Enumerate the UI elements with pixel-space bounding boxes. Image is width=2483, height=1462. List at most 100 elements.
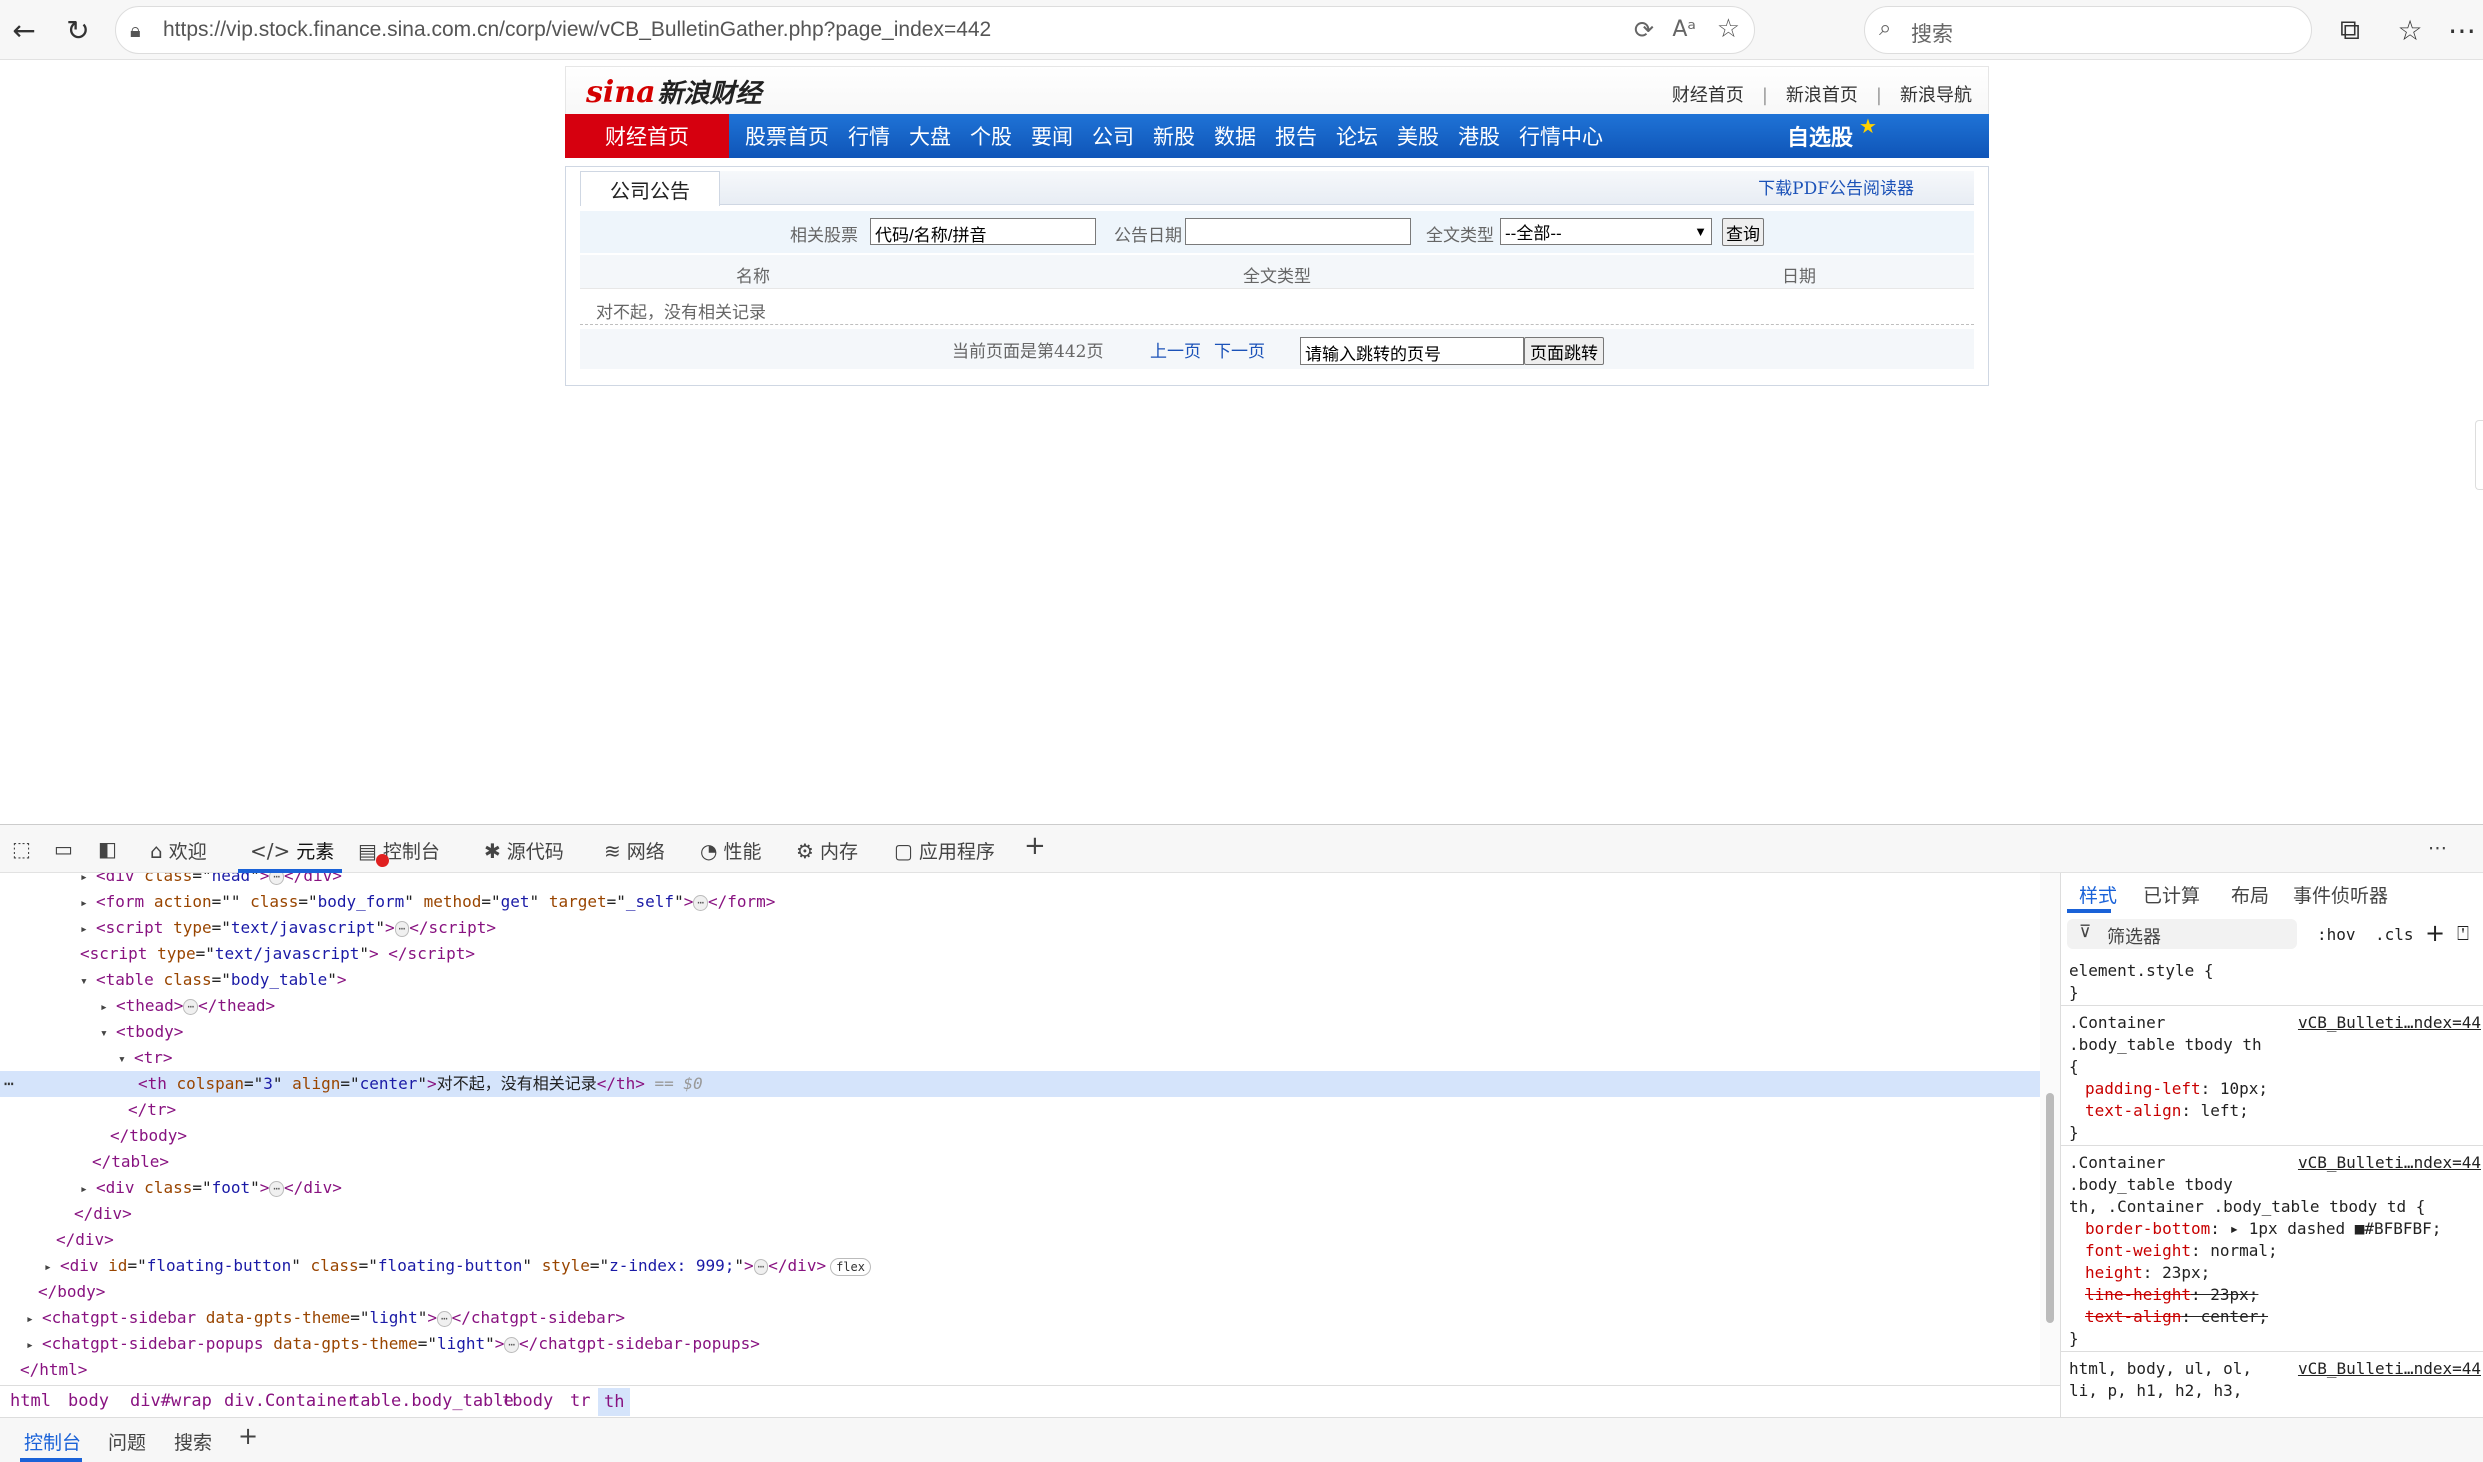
collapse-arrow-icon[interactable]: ▸ <box>26 1333 42 1359</box>
collapsed-ellipsis[interactable]: ⋯ <box>394 920 410 937</box>
breadcrumb-item[interactable]: div.Container <box>224 1391 357 1411</box>
dom-line[interactable]: </tr> <box>0 1097 2040 1123</box>
dom-line[interactable]: ▸ <thead> ⋯ </thead> <box>0 993 2040 1019</box>
nav-item-forum[interactable]: 论坛 <box>1336 121 1378 151</box>
flex-badge[interactable]: flex <box>830 1257 871 1276</box>
styles-filter-input[interactable]: ⊽ 筛选器 <box>2067 919 2297 949</box>
browser-search-box[interactable]: ⌕ 搜索 <box>1864 6 2312 54</box>
inspect-icon[interactable]: ⬚ <box>12 837 31 861</box>
refresh-icon[interactable]: ↻ <box>56 8 100 52</box>
nav-item-individual[interactable]: 个股 <box>970 121 1012 151</box>
drawer-tab-console[interactable]: 控制台 <box>24 1428 81 1455</box>
tab-event-listeners[interactable]: 事件侦听器 <box>2293 881 2388 908</box>
expand-arrow-icon[interactable]: ▾ <box>118 1047 134 1073</box>
tab-styles[interactable]: 样式 <box>2079 881 2117 908</box>
top-link-finance-home[interactable]: 财经首页 <box>1672 85 1744 106</box>
cls-toggle[interactable]: .cls <box>2375 925 2414 944</box>
collapse-arrow-icon[interactable]: ▸ <box>44 1255 60 1281</box>
dom-line[interactable]: ▸ <div id="floating-button" class="floati… <box>0 1253 2040 1279</box>
collapse-arrow-icon[interactable]: ▸ <box>80 891 96 917</box>
dom-line[interactable]: </div> <box>0 1227 2040 1253</box>
line-options-icon[interactable]: ⋯ <box>4 1071 14 1097</box>
collapsed-ellipsis[interactable]: ⋯ <box>269 873 285 885</box>
next-page-link[interactable]: 下一页 <box>1214 337 1265 362</box>
nav-item-quotes[interactable]: 行情 <box>848 121 890 151</box>
style-property[interactable]: font-weight: normal; <box>2085 1241 2278 1260</box>
dom-line[interactable]: ▸ <script type="text/javascript"> ⋯ </scrip… <box>0 915 2040 941</box>
dom-scroll-thumb[interactable] <box>2046 1093 2054 1323</box>
jump-page-input[interactable]: 请输入跳转的页号 <box>1300 337 1524 365</box>
dom-line[interactable]: ▸ <chatgpt-sidebar data-gpts-theme="light… <box>0 1305 2040 1331</box>
nav-item-hk-stocks[interactable]: 港股 <box>1458 121 1500 151</box>
dom-line[interactable]: </tbody> <box>0 1123 2040 1149</box>
expand-arrow-icon[interactable]: ▾ <box>100 1021 116 1047</box>
tab-performance[interactable]: ◔ 性能 <box>700 837 761 864</box>
collapse-arrow-icon[interactable]: ▸ <box>80 917 96 943</box>
date-input[interactable] <box>1185 218 1411 245</box>
query-button[interactable]: 查询 <box>1722 218 1764 246</box>
nav-item-stocks-home[interactable]: 股票首页 <box>745 121 829 151</box>
dom-line-selected[interactable]: ⋯ <th colspan="3" align="center">对不起，没有相关… <box>0 1071 2040 1097</box>
dom-line[interactable]: ▸ <chatgpt-sidebar-popups data-gpts-theme… <box>0 1331 2040 1357</box>
tab-computed[interactable]: 已计算 <box>2143 881 2200 908</box>
tab-welcome[interactable]: ⌂ 欢迎 <box>150 837 207 864</box>
prev-page-link[interactable]: 上一页 <box>1150 337 1201 362</box>
translate-icon[interactable]: ⟳ <box>1634 16 1654 44</box>
tab-layout[interactable]: 布局 <box>2231 881 2269 908</box>
nav-item-reports[interactable]: 报告 <box>1275 121 1317 151</box>
dom-line[interactable]: </html> <box>0 1357 2040 1383</box>
style-property[interactable]: border-bottom: ▸ 1px dashed ■#BFBFBF; <box>2085 1219 2441 1238</box>
style-source-link[interactable]: vCB_Bulleti…ndex=44 <box>2298 1359 2481 1378</box>
style-property[interactable]: height: 23px; <box>2085 1263 2210 1282</box>
dom-line[interactable]: ▸ <div class="foot"> ⋯ </div> <box>0 1175 2040 1201</box>
tab-elements[interactable]: </> 元素 <box>250 837 334 864</box>
jump-page-button[interactable]: 页面跳转 <box>1524 337 1604 365</box>
sina-finance-logo[interactable]: sina新浪财经 <box>586 73 762 110</box>
tab-sources[interactable]: ✱ 源代码 <box>484 837 564 864</box>
breadcrumb-item[interactable]: html <box>10 1391 51 1411</box>
style-property[interactable]: text-align: center; <box>2085 1307 2268 1326</box>
expand-arrow-icon[interactable]: ▾ <box>80 969 96 995</box>
dom-line[interactable]: </body> <box>0 1279 2040 1305</box>
nav-item-data[interactable]: 数据 <box>1214 121 1256 151</box>
extensions-icon[interactable]: ⧉ <box>2328 8 2372 52</box>
dom-line[interactable]: ▸ <form action="" class="body_form" metho… <box>0 889 2040 915</box>
side-handle[interactable] <box>2475 420 2483 490</box>
favorite-star-icon[interactable]: ☆ <box>1717 14 1740 44</box>
collapsed-ellipsis[interactable]: ⋯ <box>504 1336 520 1353</box>
nav-item-company[interactable]: 公司 <box>1092 121 1134 151</box>
style-property[interactable]: padding-left: 10px; <box>2085 1079 2268 1098</box>
tab-network[interactable]: ≋ 网络 <box>604 837 665 864</box>
address-bar[interactable]: 🔒︎ https://vip.stock.finance.sina.com.cn… <box>115 6 1755 54</box>
stock-input[interactable]: 代码/名称/拼音 <box>870 218 1096 245</box>
dock-icon[interactable]: ◧ <box>98 837 117 861</box>
tab-console[interactable]: ▤ 控制台 <box>358 837 440 864</box>
top-link-sina-home[interactable]: 新浪首页 <box>1786 85 1858 106</box>
breadcrumb-item[interactable]: tbody <box>502 1391 553 1411</box>
new-rule-icon[interactable]: + <box>2425 919 2445 947</box>
tab-application[interactable]: ▢ 应用程序 <box>894 837 995 864</box>
add-tab-icon[interactable]: + <box>1024 831 1046 861</box>
tab-company-notice[interactable]: 公司公告 <box>580 171 720 206</box>
breadcrumb-item[interactable]: div#wrap <box>130 1391 212 1411</box>
dom-line[interactable]: ▾ <tbody> <box>0 1019 2040 1045</box>
dom-line[interactable]: </table> <box>0 1149 2040 1175</box>
nav-item-news[interactable]: 要闻 <box>1031 121 1073 151</box>
more-menu-icon[interactable]: ⋯ <box>2440 8 2483 52</box>
style-source-link[interactable]: vCB_Bulleti…ndex=44 <box>2298 1013 2481 1032</box>
dom-line[interactable]: <script type="text/javascript"> </script… <box>0 941 2040 967</box>
computed-toggle-icon[interactable]: ⍞ <box>2457 921 2469 945</box>
breadcrumb-item[interactable]: tr <box>570 1391 590 1411</box>
nav-self-select[interactable]: 自选股 <box>1787 120 1853 152</box>
read-aloud-icon[interactable]: Aᵃ <box>1672 17 1696 42</box>
dom-scrollbar[interactable] <box>2040 873 2060 1409</box>
collapsed-ellipsis[interactable]: ⋯ <box>753 1258 769 1275</box>
nav-item-quote-center[interactable]: 行情中心 <box>1519 121 1603 151</box>
device-toggle-icon[interactable]: ▭ <box>54 837 73 861</box>
nav-item-us-stocks[interactable]: 美股 <box>1397 121 1439 151</box>
breadcrumb-item[interactable]: th <box>598 1388 631 1416</box>
nav-item-ipo[interactable]: 新股 <box>1153 121 1195 151</box>
collapse-arrow-icon[interactable]: ▸ <box>100 995 116 1021</box>
collapse-arrow-icon[interactable]: ▸ <box>26 1307 42 1333</box>
collapsed-ellipsis[interactable]: ⋯ <box>269 1180 285 1197</box>
